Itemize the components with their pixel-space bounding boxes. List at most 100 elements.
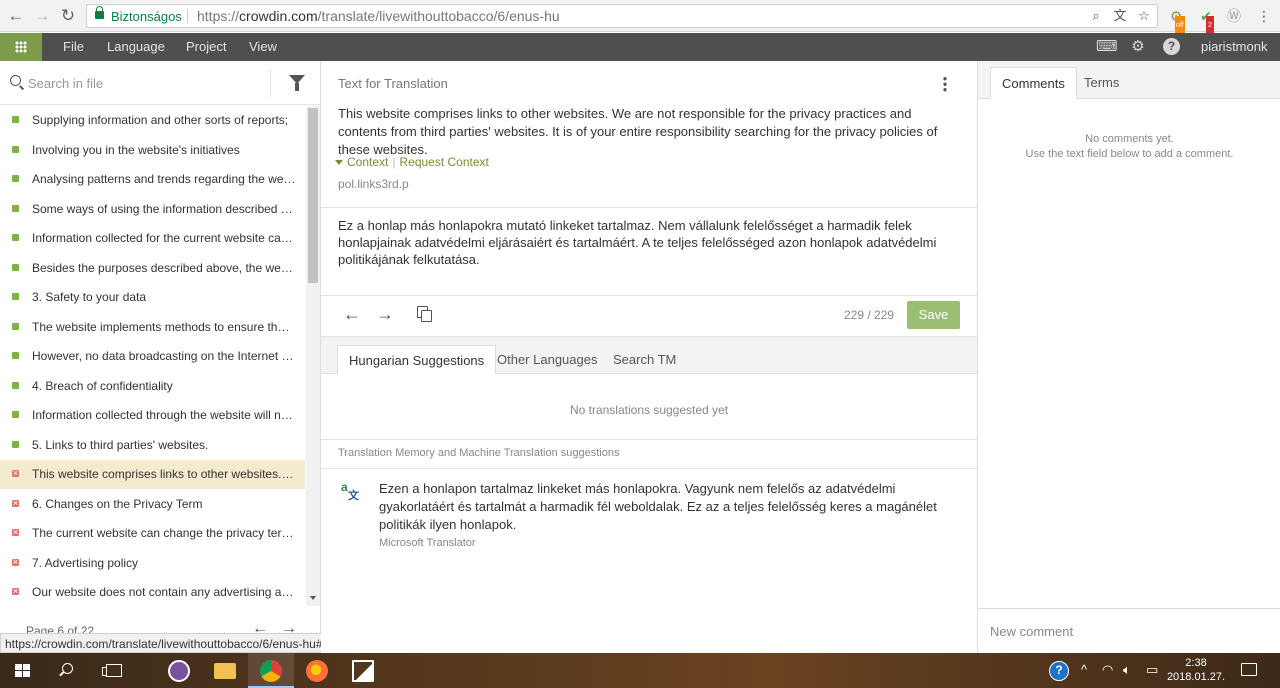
mt-suggestion-text[interactable]: Ezen a honlapon tartalmaz linkeket más h… <box>379 480 964 534</box>
string-text: Our website does not contain any adverti… <box>32 585 296 599</box>
translate-icon[interactable]: 文 <box>1111 7 1129 25</box>
extension-icon[interactable]: ⚙off <box>1166 6 1186 36</box>
forward-arrow-icon[interactable]: → <box>32 6 52 26</box>
clock[interactable]: 2:38 2018.01.27. <box>1166 656 1226 684</box>
help-icon[interactable]: ? <box>1163 38 1180 55</box>
file-explorer-app[interactable] <box>202 653 248 688</box>
scroll-down-arrow-icon[interactable] <box>310 596 316 600</box>
save-button[interactable]: Save <box>907 301 960 329</box>
next-string-arrow-icon[interactable]: → <box>376 304 394 325</box>
translated-status-icon <box>12 352 19 359</box>
tray-chevron-up-icon[interactable]: ^ <box>1081 662 1087 677</box>
help-tray-icon[interactable]: ? <box>1049 661 1069 681</box>
translation-textarea[interactable]: Ez a honlap más honlapokra mutató linkek… <box>338 217 958 268</box>
string-list-item[interactable]: Involving you in the website's initiativ… <box>0 136 305 165</box>
string-list-item[interactable]: 5. Links to third parties' websites. <box>0 431 305 460</box>
translated-status-icon <box>12 234 19 241</box>
bookmark-star-icon[interactable]: ☆ <box>1135 7 1153 25</box>
string-list-item[interactable]: However, no data broadcasting on the Int… <box>0 342 305 371</box>
menu-view[interactable]: View <box>249 39 277 54</box>
viber-app[interactable] <box>156 653 202 688</box>
no-comments-message: No comments yet. Use the text field belo… <box>1025 133 1234 160</box>
keyboard-icon[interactable]: ⌨ <box>1096 38 1118 56</box>
string-list-item[interactable]: The website implements methods to ensure… <box>0 313 305 342</box>
menu-project[interactable]: Project <box>186 39 226 54</box>
wifi-icon[interactable]: ◠ <box>1102 662 1113 678</box>
string-list-item[interactable]: Besides the purposes described above, th… <box>0 254 305 283</box>
address-bar[interactable]: Biztonságos https://crowdin.com/translat… <box>86 4 1158 28</box>
back-arrow-icon[interactable]: ← <box>6 6 26 26</box>
tab-other-languages[interactable]: Other Languages <box>486 345 608 375</box>
divider <box>321 295 977 296</box>
string-list-scrollbar[interactable] <box>306 106 320 606</box>
extension-check-icon[interactable]: ✔2 <box>1196 6 1216 36</box>
firefox-app[interactable] <box>294 653 340 688</box>
request-context-link[interactable]: Request Context <box>399 155 488 169</box>
chrome-app[interactable] <box>248 653 294 688</box>
string-text: Besides the purposes described above, th… <box>32 260 296 275</box>
lock-icon <box>95 6 104 19</box>
tab-search-tm[interactable]: Search TM <box>602 345 687 375</box>
string-list-item[interactable]: 7. Advertising policy <box>0 549 305 578</box>
battery-icon[interactable]: ▭ <box>1146 662 1158 678</box>
search-input[interactable] <box>28 73 258 93</box>
reload-icon[interactable]: ↻ <box>58 6 78 26</box>
taskbar-search-button[interactable] <box>46 653 92 688</box>
tab-comments[interactable]: Comments <box>990 67 1077 99</box>
string-list-item[interactable]: 4. Breach of confidentiality <box>0 372 305 401</box>
string-text: 3. Safety to your data <box>32 290 147 304</box>
username[interactable]: piaristmonk <box>1201 39 1267 54</box>
string-text: 4. Breach of confidentiality <box>32 378 173 393</box>
string-list-item[interactable]: Our website does not contain any adverti… <box>0 578 305 606</box>
menu-language[interactable]: Language <box>107 39 165 54</box>
string-text: However, no data broadcasting on the Int… <box>32 349 296 363</box>
url-text[interactable]: https://crowdin.com/translate/livewithou… <box>197 8 560 24</box>
more-options-icon[interactable] <box>943 76 947 92</box>
zoom-icon[interactable]: ⌕ <box>1087 7 1105 25</box>
gear-icon[interactable]: ⚙ <box>1129 38 1147 56</box>
strings-panel: Supplying information and other sorts of… <box>0 61 321 653</box>
translated-status-icon <box>12 293 19 300</box>
string-list-item[interactable]: Analysing patterns and trends regarding … <box>0 165 305 194</box>
chrome-menu-icon[interactable]: ⋮ <box>1254 6 1274 26</box>
task-view-button[interactable] <box>92 653 138 688</box>
string-list-item[interactable]: Supplying information and other sorts of… <box>0 106 305 135</box>
translated-status-icon <box>12 322 19 330</box>
string-list-item[interactable]: Some ways of using the information descr… <box>0 195 305 224</box>
comments-tabs: Comments Terms <box>978 61 1280 99</box>
copy-source-icon[interactable] <box>417 306 432 322</box>
string-list-item[interactable]: Information collected for the current we… <box>0 224 305 253</box>
translator-icon: a文 <box>341 480 359 502</box>
string-list-item[interactable]: 3. Safety to your data <box>0 283 305 312</box>
translated-status-icon <box>12 116 19 123</box>
string-text: The current website can change the priva… <box>32 526 296 540</box>
new-comment-input[interactable] <box>990 621 1270 641</box>
string-list-item[interactable]: This website comprises links to other we… <box>0 460 305 489</box>
menu-file[interactable]: File <box>63 39 84 54</box>
search-row <box>0 61 320 105</box>
char-count: 229 / 229 <box>844 308 895 322</box>
context-key: pol.links3rd.p <box>338 177 409 191</box>
photos-app[interactable] <box>340 653 386 688</box>
translated-status-icon <box>12 204 19 212</box>
string-text: Information collected for the current we… <box>32 231 296 245</box>
apps-button[interactable] <box>0 33 42 61</box>
volume-icon[interactable]: 🔈︎ <box>1123 662 1131 678</box>
string-text: 6. Changes on the Privacy Term <box>32 496 203 511</box>
tab-hungarian-suggestions[interactable]: Hungarian Suggestions <box>337 345 497 375</box>
notification-icon[interactable] <box>1241 663 1257 676</box>
context-link[interactable]: Context <box>347 155 388 169</box>
string-list-item[interactable]: 6. Changes on the Privacy Term <box>0 490 305 519</box>
string-list-item[interactable]: The current website can change the priva… <box>0 519 305 548</box>
previous-string-arrow-icon[interactable]: ← <box>343 304 361 325</box>
tab-terms[interactable]: Terms <box>1073 67 1130 99</box>
untranslated-status-icon <box>12 496 19 510</box>
photos-icon <box>352 660 374 682</box>
start-button[interactable] <box>0 653 46 688</box>
wordpress-icon[interactable]: Ⓦ <box>1224 6 1244 26</box>
scroll-thumb[interactable] <box>308 108 318 283</box>
filter-icon[interactable] <box>289 75 305 91</box>
untranslated-status-icon <box>12 584 19 598</box>
string-list-item[interactable]: Information collected through the websit… <box>0 401 305 430</box>
divider <box>321 468 977 469</box>
